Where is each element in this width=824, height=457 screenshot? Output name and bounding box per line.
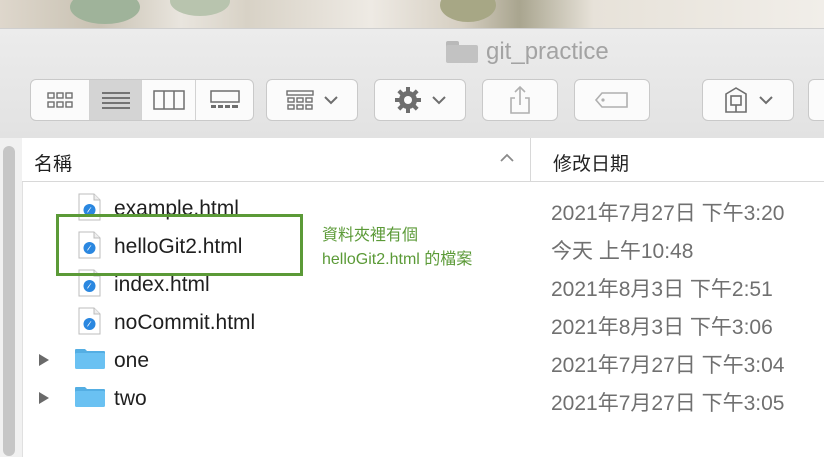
group-icon <box>286 90 314 110</box>
group-button[interactable] <box>266 79 358 121</box>
file-date: 2021年7月27日 下午3:04 <box>551 354 785 377</box>
view-mode-control <box>30 79 254 121</box>
file-date: 2021年8月3日 下午3:06 <box>551 316 773 339</box>
column-view-button[interactable] <box>141 80 195 120</box>
highlight-box <box>56 214 303 276</box>
folder-icon <box>75 387 105 407</box>
chevron-down-icon <box>324 96 338 105</box>
annotation-note: 資料夾裡有個 helloGit2.html 的檔案 <box>322 224 472 272</box>
column-header-date-modified[interactable]: 修改日期 <box>553 149 629 176</box>
chevron-down-icon <box>432 96 446 105</box>
folder-name: two <box>114 387 147 410</box>
grid-icon <box>47 92 73 108</box>
sort-chevron-up-icon[interactable] <box>499 152 515 162</box>
chevron-down-icon <box>759 96 773 105</box>
folder-name: one <box>114 349 150 372</box>
dropbox-icon <box>725 87 747 113</box>
sidebar-edge-scrollbar[interactable] <box>0 138 23 457</box>
file-date: 今天 上午10:48 <box>551 240 694 263</box>
file-row[interactable]: noCommit.html 2021年8月3日 下午3:06 <box>22 303 824 341</box>
column-header-name[interactable]: 名稱 <box>34 149 72 176</box>
file-date: 2021年7月27日 下午3:20 <box>551 202 785 225</box>
list-view-button[interactable] <box>89 80 141 120</box>
toolbar-overflow-button[interactable] <box>808 79 824 121</box>
list-header: 名稱 修改日期 <box>22 138 824 182</box>
share-button[interactable] <box>482 79 558 121</box>
list-icon <box>101 92 130 109</box>
succulent-leaf <box>70 0 140 24</box>
file-name: index.html <box>114 273 210 296</box>
toolbar: git_practice <box>0 29 824 139</box>
tag-button[interactable] <box>574 79 650 121</box>
window-title: git_practice <box>446 37 609 67</box>
icon-view-button[interactable] <box>31 80 89 120</box>
succulent-leaf <box>440 0 496 22</box>
gear-icon <box>395 87 421 113</box>
action-gear-button[interactable] <box>374 79 466 121</box>
scrollbar-thumb[interactable] <box>3 146 15 456</box>
annotation-line-1: 資料夾裡有個 <box>322 227 419 244</box>
html-file-icon <box>78 307 101 335</box>
gallery-view-button[interactable] <box>195 80 253 120</box>
gallery-icon <box>209 90 240 108</box>
annotation-line-2: helloGit2.html 的檔案 <box>322 251 473 268</box>
file-date: 2021年7月27日 下午3:05 <box>551 392 785 415</box>
share-icon <box>510 85 530 114</box>
disclosure-triangle-icon[interactable] <box>38 391 50 405</box>
file-date: 2021年8月3日 下午2:51 <box>551 278 773 301</box>
folder-icon <box>446 41 478 63</box>
tag-icon <box>594 92 628 108</box>
folder-row[interactable]: two 2021年7月27日 下午3:05 <box>22 379 824 417</box>
folder-icon <box>75 349 105 369</box>
desktop-wallpaper <box>0 0 824 30</box>
dropbox-button[interactable] <box>702 79 794 121</box>
folder-row[interactable]: one 2021年7月27日 下午3:04 <box>22 341 824 379</box>
succulent-leaf <box>170 0 230 16</box>
window-title-text: git_practice <box>486 38 609 65</box>
column-divider[interactable] <box>530 138 531 181</box>
file-name: noCommit.html <box>114 311 256 334</box>
disclosure-triangle-icon[interactable] <box>38 353 50 367</box>
columns-icon <box>152 90 185 110</box>
